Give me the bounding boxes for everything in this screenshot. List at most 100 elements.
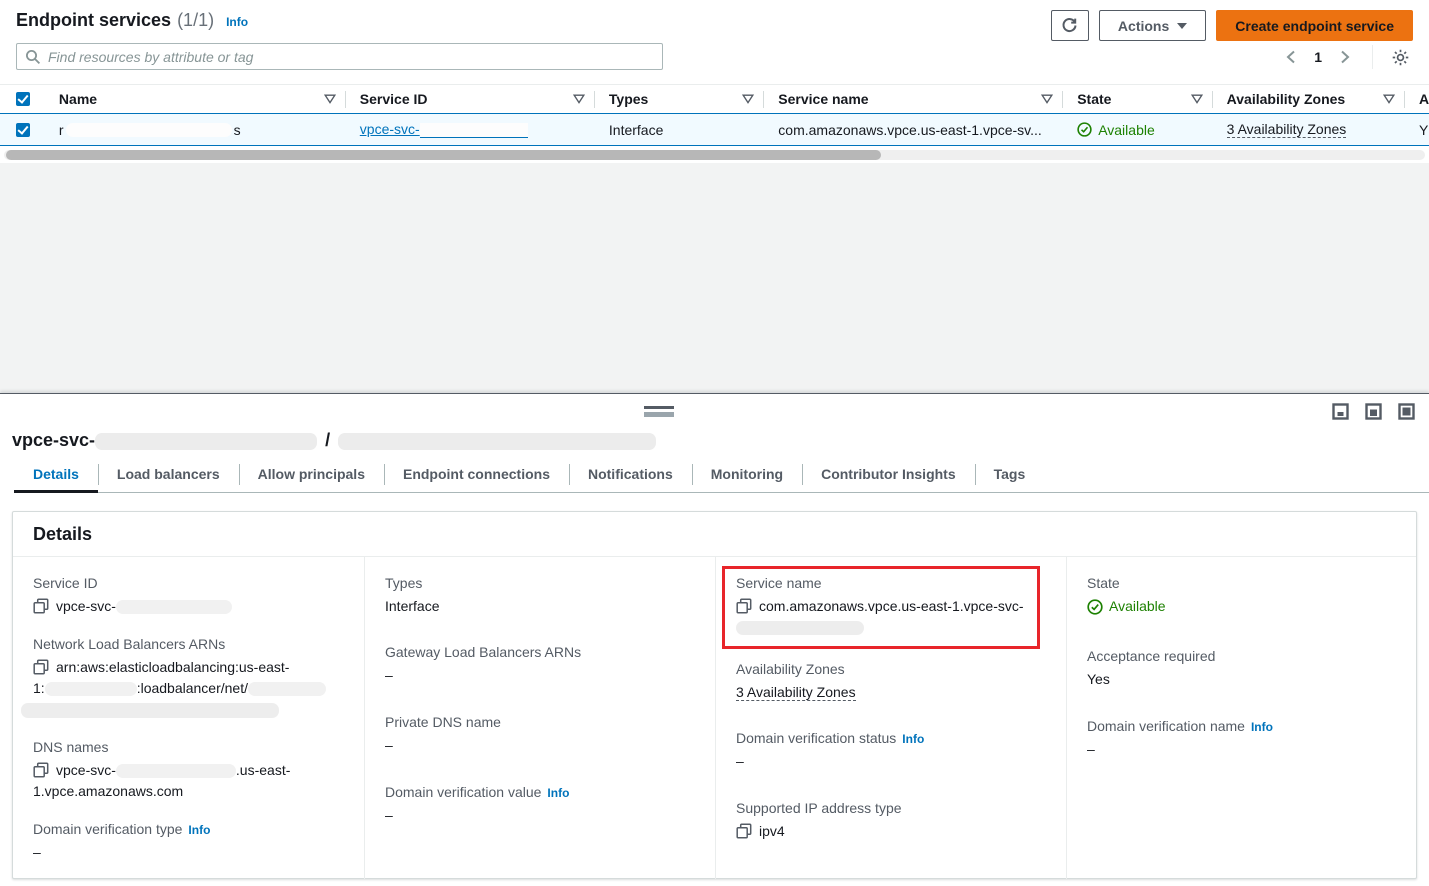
service-id-prefix: vpce-svc-: [360, 121, 420, 137]
column-label-name: Name: [59, 91, 97, 107]
tab-label: Endpoint connections: [403, 466, 550, 482]
tab-allow-principals[interactable]: Allow principals: [239, 456, 384, 492]
supported-ip-value: ipv4: [759, 823, 785, 839]
panel-size-large-button[interactable]: [1398, 403, 1415, 420]
copy-icon[interactable]: [33, 659, 49, 675]
table-row[interactable]: rs vpce-svc- Interface com.amazonaws.vpc…: [0, 113, 1429, 146]
field-service-name: Service name com.amazonaws.vpce.us-east-…: [736, 575, 1031, 638]
actions-label: Actions: [1118, 18, 1169, 34]
row-acceptance-cell: Y: [1405, 114, 1429, 145]
tab-endpoint-connections[interactable]: Endpoint connections: [384, 456, 569, 492]
info-link[interactable]: Info: [547, 786, 569, 800]
row-checkbox[interactable]: [16, 123, 30, 137]
tab-contributor-insights[interactable]: Contributor Insights: [802, 456, 975, 492]
filter-icon[interactable]: [1041, 94, 1053, 104]
row-name-end: s: [234, 122, 241, 138]
filter-icon[interactable]: [1383, 94, 1395, 104]
state-badge: Available: [1087, 596, 1166, 617]
actions-button[interactable]: Actions: [1099, 10, 1206, 41]
field-gwlb-arns: Gateway Load Balancers ARNs –: [385, 644, 695, 686]
copy-icon[interactable]: [736, 598, 752, 614]
page-header: Endpoint services (1/1) Info Actions Cre…: [0, 0, 1429, 44]
state-badge: Available: [1077, 122, 1155, 138]
copy-icon[interactable]: [33, 598, 49, 614]
refresh-button[interactable]: [1051, 10, 1089, 41]
gear-icon: [1391, 48, 1410, 67]
page-title: Endpoint services: [16, 10, 171, 31]
details-card-header: Details: [13, 512, 1416, 557]
tab-load-balancers[interactable]: Load balancers: [98, 456, 239, 492]
tab-details[interactable]: Details: [14, 456, 98, 492]
field-domain-verification-status: Domain verification statusInfo –: [736, 730, 1046, 772]
field-types: Types Interface: [385, 575, 695, 617]
nlb-arn-line1: arn:aws:elasticloadbalancing:us-east-: [56, 659, 289, 675]
pagination: 1: [1278, 45, 1413, 69]
info-link[interactable]: Info: [188, 823, 210, 837]
column-label-state: State: [1077, 91, 1111, 107]
resource-count: (1/1): [177, 10, 214, 31]
column-header-types[interactable]: Types: [595, 85, 764, 113]
service-name-line2: [736, 617, 1031, 638]
availability-zones-popover-link[interactable]: 3 Availability Zones: [1227, 121, 1347, 138]
row-service-name-value: com.amazonaws.vpce.us-east-1.vpce-sv...: [778, 122, 1042, 138]
column-header-name[interactable]: Name: [45, 85, 346, 113]
search-input[interactable]: [48, 49, 654, 65]
field-domain-verification-name: Domain verification nameInfo –: [1087, 718, 1396, 760]
field-label-text: Domain verification name: [1087, 718, 1245, 734]
filter-icon[interactable]: [324, 94, 336, 104]
panel-size-medium-button[interactable]: [1365, 403, 1382, 420]
check-circle-icon: [1077, 122, 1092, 137]
nlb-arn-line2a: 1:: [33, 680, 45, 696]
column-label-service-name: Service name: [778, 91, 868, 107]
column-header-service-name[interactable]: Service name: [764, 85, 1063, 113]
select-all-checkbox[interactable]: [16, 92, 30, 106]
split-panel: vpce-svc-/ Details Load balancers Allow …: [0, 393, 1429, 886]
column-header-service-id[interactable]: Service ID: [346, 85, 595, 113]
row-state-value: Available: [1098, 122, 1155, 138]
search-icon: [25, 49, 41, 65]
field-label: Service name: [736, 575, 1031, 591]
field-private-dns-name: Private DNS name –: [385, 714, 695, 756]
service-name-highlight-box: Service name com.amazonaws.vpce.us-east-…: [722, 566, 1040, 649]
check-circle-icon: [1087, 599, 1103, 615]
page-number[interactable]: 1: [1308, 49, 1328, 65]
column-header-state[interactable]: State: [1063, 85, 1212, 113]
create-endpoint-service-button[interactable]: Create endpoint service: [1216, 10, 1413, 41]
field-domain-verification-type: Domain verification typeInfo –: [33, 821, 344, 863]
row-types-cell: Interface: [595, 114, 764, 145]
search-box[interactable]: [16, 43, 663, 70]
next-page-button[interactable]: [1332, 45, 1358, 69]
copy-icon[interactable]: [736, 823, 752, 839]
copy-icon[interactable]: [33, 762, 49, 778]
panel-size-small-button[interactable]: [1332, 403, 1349, 420]
field-label: Supported IP address type: [736, 800, 1046, 816]
table-settings-button[interactable]: [1387, 45, 1413, 69]
split-panel-drag-handle[interactable]: [644, 406, 674, 417]
field-nlb-arns: Network Load Balancers ARNs arn:aws:elas…: [33, 636, 344, 720]
previous-page-button[interactable]: [1278, 45, 1304, 69]
select-all-cell: [0, 85, 45, 113]
info-link[interactable]: Info: [902, 732, 924, 746]
column-header-acceptance[interactable]: A: [1405, 85, 1429, 113]
tab-label: Details: [33, 466, 79, 482]
tab-notifications[interactable]: Notifications: [569, 456, 692, 492]
create-label: Create endpoint service: [1235, 18, 1394, 34]
field-label: DNS names: [33, 739, 344, 755]
scrollbar-track[interactable]: [4, 150, 1425, 160]
redacted-text: [21, 703, 279, 718]
column-header-availability-zones[interactable]: Availability Zones: [1213, 85, 1405, 113]
tab-monitoring[interactable]: Monitoring: [692, 456, 802, 492]
filter-icon[interactable]: [742, 94, 754, 104]
details-card-body: Service ID vpce-svc- Network Load Balanc…: [13, 557, 1416, 879]
tab-tags[interactable]: Tags: [975, 456, 1045, 492]
service-id-link[interactable]: vpce-svc-: [360, 121, 528, 138]
availability-zones-popover-link[interactable]: 3 Availability Zones: [736, 684, 856, 701]
field-domain-verification-value: Domain verification valueInfo –: [385, 784, 695, 826]
filter-icon[interactable]: [1191, 94, 1203, 104]
scrollbar-thumb[interactable]: [6, 150, 881, 160]
info-link[interactable]: Info: [1251, 720, 1273, 734]
field-label: Types: [385, 575, 695, 591]
field-value: –: [736, 751, 1046, 772]
filter-icon[interactable]: [573, 94, 585, 104]
title-info-link[interactable]: Info: [226, 15, 248, 29]
